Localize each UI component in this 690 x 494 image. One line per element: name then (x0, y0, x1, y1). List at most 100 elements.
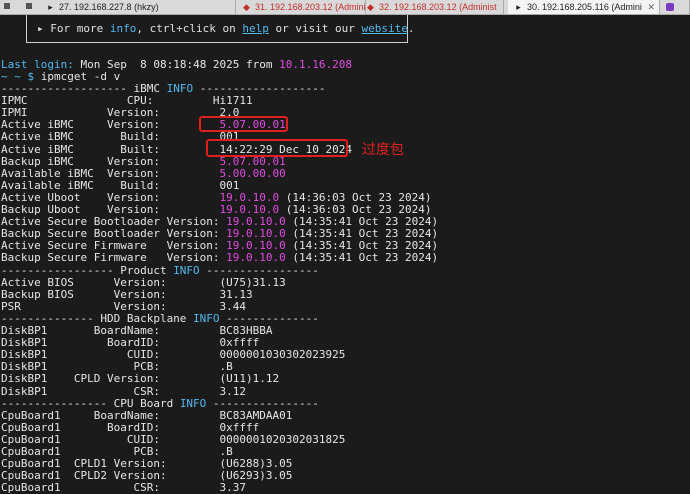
output-key: CpuBoard1 BoardID: (1, 420, 220, 434)
tab-session-32[interactable]: ◆ 32. 192.168.203.12 (Administ (360, 0, 504, 14)
tab-extra[interactable] (660, 0, 690, 14)
output-value: Hi1711 (212, 94, 253, 108)
output-value: 3.44 (219, 299, 247, 313)
output-value: 0xffff (219, 420, 260, 434)
section-info-label: INFO (179, 396, 207, 410)
output-value: (U75)31.13 (219, 275, 286, 289)
section-rule: ------------------- (193, 82, 326, 95)
output-key: DiskBP1 PCB: (1, 360, 220, 374)
output-key: Backup Uboot Version: (1, 203, 220, 216)
output-key: Active Uboot Version: (1, 190, 220, 204)
version-highlight-box (199, 116, 288, 132)
output-key: CpuBoard1 CPLD2 Version: (1, 469, 220, 483)
output-version-value: 19.0.10.0 (226, 251, 286, 265)
tab-label: 32. 192.168.203.12 (Administ (379, 2, 497, 12)
section-rule: -------------- (219, 311, 319, 325)
output-key: Active Secure Bootloader Version: (1, 215, 227, 229)
output-value: (U6288)3.05 (219, 457, 293, 471)
website-link[interactable]: website (362, 22, 408, 35)
tab-scroll-right-icon[interactable] (26, 3, 32, 9)
output-timestamp: (14:35:41 Oct 23 2024) (285, 251, 439, 265)
output-key: DiskBP1 CUID: (1, 348, 220, 362)
output-key: DiskBP1 BoardName: (1, 324, 220, 337)
section-rule: ---------------- (206, 396, 319, 410)
output-value: 3.12 (219, 384, 247, 398)
tab-label: 30. 192.168.205.116 (Admini (527, 2, 642, 12)
tab-session-30[interactable]: ▸ 30. 192.168.205.116 (Admini ✕ (508, 0, 660, 14)
output-key: IPMC CPU: (1, 94, 213, 108)
tab-scroll-controls[interactable] (0, 0, 40, 14)
output-key: CpuBoard1 CPLD1 Version: (1, 457, 220, 471)
output-key: Active iBMC Built: (1, 142, 220, 156)
output-timestamp: (14:35:41 Oct 23 2024) (285, 215, 439, 229)
output-value: BC83AMDAA01 (219, 408, 293, 422)
output-value: 3.37 (219, 481, 247, 494)
output-value: BC83HBBA (219, 324, 273, 337)
output-timestamp: (14:36:03 Oct 23 2024) (279, 203, 432, 216)
terminal-icon: ▸ (516, 2, 521, 12)
app-icon (666, 3, 674, 11)
output-key: CpuBoard1 CSR: (1, 481, 220, 494)
output-key: DiskBP1 BoardID: (1, 336, 220, 350)
output-key: -------------- HDD Backplane (1, 311, 194, 325)
output-key: Backup iBMC Version: (1, 154, 220, 168)
output-key: Active iBMC Build: (1, 130, 220, 144)
output-version-value: 19.0.10.0 (219, 203, 280, 216)
last-login-ip: 10.1.16.208 (279, 58, 353, 71)
welcome-banner: ▸ For more info, ctrl+click on help or v… (26, 15, 415, 43)
output-value: 0xffff (219, 336, 260, 350)
section-info-label: INFO (173, 263, 200, 277)
output-key: Backup Secure Firmware Version: (1, 251, 227, 265)
tab-session-27[interactable]: ▸ 27. 192.168.227.8 (hkzy) (40, 0, 236, 14)
section-info-label: INFO (193, 311, 220, 325)
output-version-value: 5.00.00.00 (219, 166, 286, 180)
output-key: CpuBoard1 BoardName: (1, 408, 220, 422)
output-key: IPMI Version: (1, 106, 220, 120)
tab-session-31[interactable]: ◆ 31. 192.168.203.12 (Administ (236, 0, 366, 14)
banner-text: ▸ For more info, ctrl+click on help or v… (37, 22, 415, 35)
output-value: 001 (219, 178, 240, 192)
banner-text-prefix: ▸ For more (37, 22, 110, 35)
output-key: DiskBP1 CPLD Version: (1, 372, 220, 386)
output-key: Active BIOS Version: (1, 275, 220, 289)
output-value: (U6293)3.05 (219, 469, 293, 483)
output-key: ---------------- CPU Board (1, 396, 180, 410)
output-key: Active iBMC Version: (1, 118, 220, 132)
output-key: Available iBMC Version: (1, 166, 220, 180)
banner-text-mid2: or visit our (268, 22, 362, 35)
tab-bar: ▸ 27. 192.168.227.8 (hkzy) ◆ 31. 192.168.2… (0, 0, 690, 15)
terminal-icon: ▸ (48, 2, 53, 12)
tab-label: 27. 192.168.227.8 (hkzy) (59, 2, 159, 12)
warning-icon: ◆ (243, 2, 250, 12)
output-version-value: 19.0.10.0 (226, 227, 286, 241)
output-key: Active Secure Firmware Version: (1, 239, 227, 253)
output-value: 0000001030302023925 (219, 348, 346, 362)
help-link[interactable]: help (242, 22, 269, 35)
section-rule: ----------------- (199, 263, 319, 277)
close-tab-icon[interactable]: ✕ (647, 0, 655, 14)
output-key: Available iBMC Build: (1, 178, 220, 192)
output-key: ----------------- Product (1, 263, 174, 277)
info-link[interactable]: info (110, 22, 137, 35)
output-line: CpuBoard1 CSR: 3.37 (1, 482, 246, 494)
output-key: DiskBP1 CSR: (1, 384, 220, 398)
output-key: PSR Version: (1, 299, 220, 313)
annotation-text: 过度包 (362, 142, 404, 158)
banner-text-suffix: . (407, 22, 415, 35)
output-value: 31.13 (219, 287, 253, 301)
output-key: ------------------- iBMC (1, 82, 167, 95)
tab-label: 31. 192.168.203.12 (Administ (255, 2, 366, 12)
warning-icon: ◆ (367, 2, 374, 12)
output-key: CpuBoard1 CUID: (1, 432, 220, 446)
output-key: Backup Secure Bootloader Version: (1, 227, 227, 241)
output-timestamp: (14:35:41 Oct 23 2024) (285, 239, 439, 253)
output-version-value: 19.0.10.0 (226, 239, 286, 253)
built-highlight-box (206, 139, 348, 157)
output-value: (U11)1.12 (219, 372, 280, 386)
output-key: CpuBoard1 PCB: (1, 445, 220, 458)
output-value: 0000001020302031825 (219, 432, 346, 446)
tab-scroll-left-icon[interactable] (4, 3, 10, 9)
output-timestamp: (14:35:41 Oct 23 2024) (285, 227, 439, 241)
output-value: .B (219, 360, 233, 374)
output-version-value: 19.0.10.0 (226, 215, 286, 229)
